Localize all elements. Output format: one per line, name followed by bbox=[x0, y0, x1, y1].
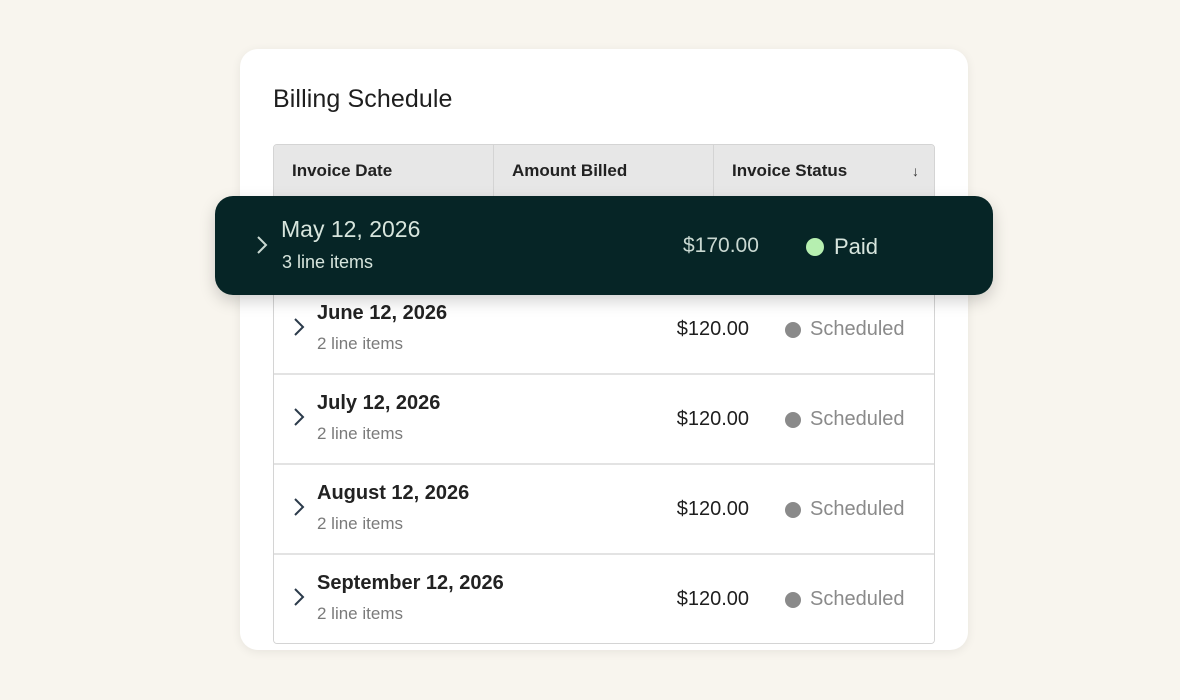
table-row[interactable]: August 12, 2026 2 line items $120.00 Sch… bbox=[274, 465, 934, 555]
row-line-items: 2 line items bbox=[317, 424, 403, 443]
row-line-items: 2 line items bbox=[317, 514, 403, 533]
status-badge: Scheduled bbox=[785, 318, 905, 341]
row-line-items: 2 line items bbox=[317, 604, 403, 623]
chevron-right-icon[interactable] bbox=[255, 235, 269, 255]
row-date: May 12, 2026 bbox=[281, 216, 421, 242]
column-header-label: Invoice Status bbox=[732, 161, 848, 180]
row-date: July 12, 2026 bbox=[317, 392, 441, 414]
chevron-right-icon[interactable] bbox=[292, 587, 306, 607]
chevron-right-icon[interactable] bbox=[292, 407, 306, 427]
table-row[interactable]: September 12, 2026 2 line items $120.00 … bbox=[274, 555, 934, 643]
row-date: June 12, 2026 bbox=[317, 302, 448, 324]
status-badge: Scheduled bbox=[785, 588, 905, 611]
row-amount: $120.00 bbox=[676, 498, 749, 520]
status-badge: Scheduled bbox=[785, 498, 905, 521]
table-row[interactable]: July 12, 2026 2 line items $120.00 Sched… bbox=[274, 375, 934, 465]
status-label: Scheduled bbox=[810, 318, 905, 340]
column-header-invoice-date[interactable]: Invoice Date bbox=[274, 145, 493, 197]
highlighted-invoice-row[interactable]: May 12, 2026 3 line items $170.00 Paid bbox=[215, 196, 993, 295]
status-dot-icon bbox=[785, 591, 801, 608]
status-dot-icon bbox=[785, 501, 801, 518]
billing-schedule-card: Billing Schedule Invoice Date Amount Bil… bbox=[240, 49, 968, 650]
row-date: August 12, 2026 bbox=[317, 482, 470, 504]
table-row[interactable]: June 12, 2026 2 line items $120.00 Sched… bbox=[274, 285, 934, 375]
status-label: Scheduled bbox=[810, 498, 905, 520]
status-badge: Paid bbox=[806, 234, 878, 260]
row-amount: $120.00 bbox=[676, 588, 749, 610]
column-header-amount-billed[interactable]: Amount Billed bbox=[493, 145, 713, 197]
status-label: Scheduled bbox=[810, 408, 905, 430]
status-dot-icon bbox=[785, 411, 801, 428]
row-amount: $120.00 bbox=[676, 408, 749, 430]
row-amount: $120.00 bbox=[676, 318, 749, 340]
sort-descending-icon[interactable]: ↓ bbox=[912, 163, 919, 179]
status-dot-icon bbox=[806, 238, 824, 256]
page-background: Billing Schedule Invoice Date Amount Bil… bbox=[0, 0, 1180, 700]
table-header: Invoice Date Amount Billed Invoice Statu… bbox=[274, 145, 934, 197]
status-badge: Scheduled bbox=[785, 408, 905, 431]
status-dot-icon bbox=[785, 321, 801, 338]
chevron-right-icon[interactable] bbox=[292, 317, 306, 337]
card-title: Billing Schedule bbox=[273, 85, 453, 113]
column-header-invoice-status[interactable]: Invoice Status ↓ bbox=[713, 145, 934, 197]
status-label: Paid bbox=[834, 234, 879, 259]
row-line-items: 3 line items bbox=[282, 252, 374, 272]
status-label: Scheduled bbox=[810, 588, 905, 610]
row-amount: $170.00 bbox=[683, 234, 759, 257]
row-date: September 12, 2026 bbox=[317, 572, 504, 594]
chevron-right-icon[interactable] bbox=[292, 497, 306, 517]
row-line-items: 2 line items bbox=[317, 334, 403, 353]
